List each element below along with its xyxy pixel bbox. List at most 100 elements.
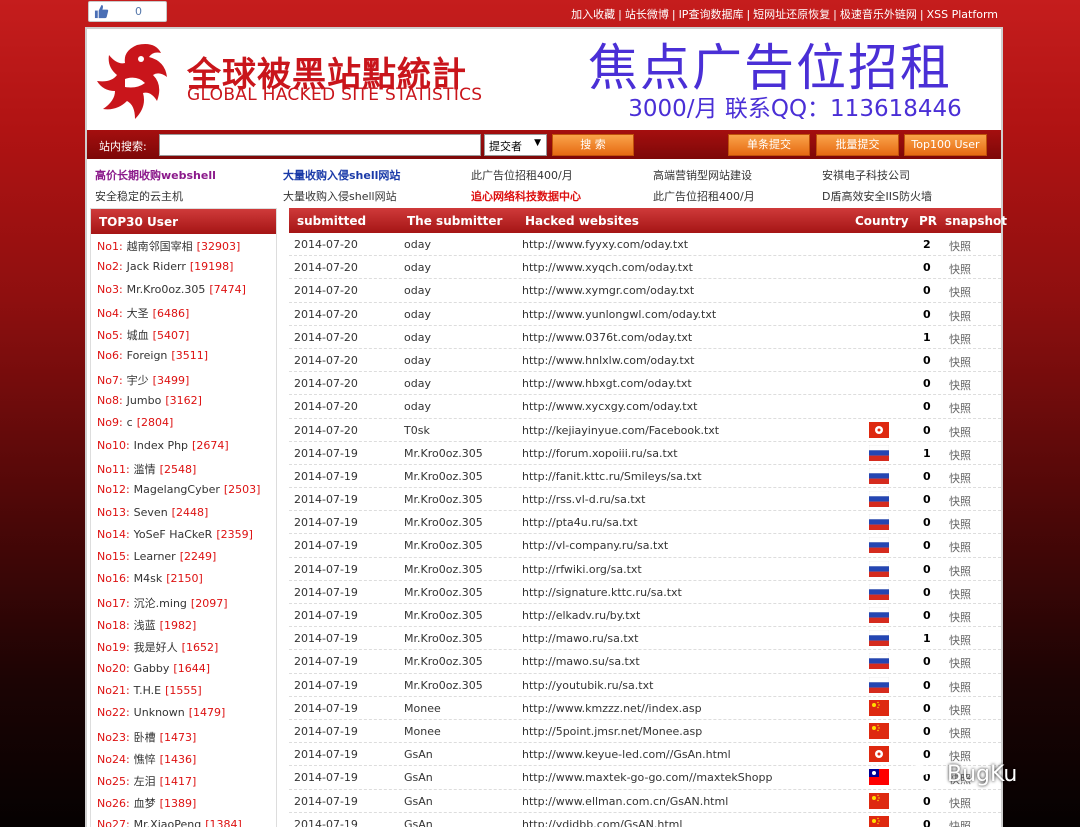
top-user-item[interactable]: No5: 城血 [5407] <box>91 323 276 345</box>
hacked-url[interactable]: http://www.fyyxy.com/oday.txt <box>522 238 688 251</box>
snapshot-link[interactable]: 快照 <box>949 470 971 486</box>
hacked-url[interactable]: http://ydjdbb.com/GsAN.html <box>522 818 682 827</box>
batch-submit-button[interactable]: 批量提交 <box>816 134 899 156</box>
submitter-name[interactable]: Mr.Kro0oz.305 <box>404 493 483 506</box>
top-user-item[interactable]: No27: Mr.XiaoPeng [1384] <box>91 814 276 827</box>
like-button[interactable]: 0 <box>88 1 167 22</box>
submitter-name[interactable]: Mr.Kro0oz.305 <box>404 563 483 576</box>
submitter-name[interactable]: oday <box>404 400 431 413</box>
snapshot-link[interactable]: 快照 <box>949 632 971 648</box>
submitter-name[interactable]: Mr.Kro0oz.305 <box>404 470 483 483</box>
top-user-item[interactable]: No15: Learner [2249] <box>91 546 276 568</box>
top-link[interactable]: XSS Platform <box>927 8 998 21</box>
top-user-item[interactable]: No26: 血梦 [1389] <box>91 791 276 813</box>
hacked-url[interactable]: http://kejiayinyue.com/Facebook.txt <box>522 424 719 437</box>
submitter-name[interactable]: GsAn <box>404 771 433 784</box>
promo-link[interactable]: 大量收购入侵shell网站 <box>283 188 397 204</box>
hacked-url[interactable]: http://forum.xopoiii.ru/sa.txt <box>522 447 678 460</box>
hacked-url[interactable]: http://vl-company.ru/sa.txt <box>522 539 668 552</box>
snapshot-link[interactable]: 快照 <box>949 308 971 324</box>
submitter-name[interactable]: GsAn <box>404 748 433 761</box>
hacked-url[interactable]: http://www.hnlxlw.com/oday.txt <box>522 354 694 367</box>
snapshot-link[interactable]: 快照 <box>949 261 971 277</box>
submitter-name[interactable]: Mr.Kro0oz.305 <box>404 586 483 599</box>
hacked-url[interactable]: http://www.0376t.com/oday.txt <box>522 331 692 344</box>
hacked-url[interactable]: http://signature.kttc.ru/sa.txt <box>522 586 682 599</box>
snapshot-link[interactable]: 快照 <box>949 377 971 393</box>
top-link[interactable]: 站长微博 <box>625 8 669 21</box>
snapshot-link[interactable]: 快照 <box>949 424 971 440</box>
snapshot-link[interactable]: 快照 <box>949 354 971 370</box>
submitter-name[interactable]: Mr.Kro0oz.305 <box>404 539 483 552</box>
snapshot-link[interactable]: 快照 <box>949 725 971 741</box>
submitter-name[interactable]: GsAn <box>404 795 433 808</box>
submitter-name[interactable]: Monee <box>404 702 441 715</box>
top-user-item[interactable]: No18: 浅蓝 [1982] <box>91 613 276 635</box>
top-user-item[interactable]: No11: 滥情 [2548] <box>91 457 276 479</box>
snapshot-link[interactable]: 快照 <box>949 818 971 827</box>
snapshot-link[interactable]: 快照 <box>949 238 971 254</box>
submitter-name[interactable]: Mr.Kro0oz.305 <box>404 655 483 668</box>
promo-link[interactable]: 安祺电子科技公司 <box>822 167 910 183</box>
snapshot-link[interactable]: 快照 <box>949 516 971 532</box>
promo-link[interactable]: 高价长期收购webshell <box>95 167 216 183</box>
snapshot-link[interactable]: 快照 <box>949 679 971 695</box>
top-user-item[interactable]: No7: 宇少 [3499] <box>91 368 276 390</box>
top-user-item[interactable]: No12: MagelangCyber [2503] <box>91 479 276 501</box>
submitter-name[interactable]: oday <box>404 238 431 251</box>
single-submit-button[interactable]: 单条提交 <box>728 134 810 156</box>
submitter-name[interactable]: GsAn <box>404 818 433 827</box>
hacked-url[interactable]: http://rfwiki.org/sa.txt <box>522 563 642 576</box>
submitter-name[interactable]: T0sk <box>404 424 430 437</box>
top-user-item[interactable]: No2: Jack Riderr [19198] <box>91 256 276 278</box>
site-logo[interactable]: 全球被黑站點統計 GLOBAL HACKED SITE STATISTICS <box>95 37 482 129</box>
top100-button[interactable]: Top100 User <box>904 134 987 156</box>
promo-link[interactable]: 大量收购入侵shell网站 <box>283 167 400 183</box>
top-link[interactable]: 短网址还原恢复 <box>753 8 830 21</box>
submitter-name[interactable]: oday <box>404 261 431 274</box>
top-user-item[interactable]: No16: M4sk [2150] <box>91 568 276 590</box>
top-user-item[interactable]: No19: 我是好人 [1652] <box>91 635 276 657</box>
top-user-item[interactable]: No25: 左泪 [1417] <box>91 769 276 791</box>
promo-link[interactable]: 高端营销型网站建设 <box>653 167 752 183</box>
top-user-item[interactable]: No10: Index Php [2674] <box>91 435 276 457</box>
submitter-name[interactable]: oday <box>404 331 431 344</box>
hacked-url[interactable]: http://www.xyqch.com/oday.txt <box>522 261 693 274</box>
hacked-url[interactable]: http://www.kmzzz.net//index.asp <box>522 702 702 715</box>
submitter-name[interactable]: Mr.Kro0oz.305 <box>404 632 483 645</box>
promo-link[interactable]: 追心网络科技数据中心 <box>471 188 581 204</box>
hacked-url[interactable]: http://elkadv.ru/by.txt <box>522 609 640 622</box>
submitter-name[interactable]: Mr.Kro0oz.305 <box>404 679 483 692</box>
submitter-name[interactable]: Mr.Kro0oz.305 <box>404 609 483 622</box>
top-user-item[interactable]: No4: 大圣 [6486] <box>91 301 276 323</box>
hacked-url[interactable]: http://rss.vl-d.ru/sa.txt <box>522 493 646 506</box>
top-user-item[interactable]: No8: Jumbo [3162] <box>91 390 276 412</box>
top-user-item[interactable]: No23: 卧槽 [1473] <box>91 725 276 747</box>
hacked-url[interactable]: http://www.ellman.com.cn/GsAN.html <box>522 795 728 808</box>
snapshot-link[interactable]: 快照 <box>949 586 971 602</box>
hacked-url[interactable]: http://www.xycxgy.com/oday.txt <box>522 400 697 413</box>
snapshot-link[interactable]: 快照 <box>949 563 971 579</box>
snapshot-link[interactable]: 快照 <box>949 493 971 509</box>
top-user-item[interactable]: No24: 憔悴 [1436] <box>91 747 276 769</box>
search-input[interactable] <box>159 134 481 156</box>
hacked-url[interactable]: http://pta4u.ru/sa.txt <box>522 516 638 529</box>
hacked-url[interactable]: http://fanit.kttc.ru/Smileys/sa.txt <box>522 470 702 483</box>
top-user-item[interactable]: No22: Unknown [1479] <box>91 702 276 724</box>
top-link[interactable]: 加入收藏 <box>571 8 615 21</box>
hacked-url[interactable]: http://5point.jmsr.net/Monee.asp <box>522 725 702 738</box>
snapshot-link[interactable]: 快照 <box>949 795 971 811</box>
top-user-item[interactable]: No9: c [2804] <box>91 412 276 434</box>
snapshot-link[interactable]: 快照 <box>949 400 971 416</box>
promo-link[interactable]: 此广告位招租400/月 <box>471 167 573 183</box>
submitter-name[interactable]: oday <box>404 284 431 297</box>
top-link[interactable]: IP查询数据库 <box>679 8 744 21</box>
promo-link[interactable]: D盾高效安全IIS防火墙 <box>822 188 932 204</box>
submitter-name[interactable]: oday <box>404 308 431 321</box>
hacked-url[interactable]: http://youtubik.ru/sa.txt <box>522 679 653 692</box>
hacked-url[interactable]: http://www.yunlongwl.com/oday.txt <box>522 308 716 321</box>
hacked-url[interactable]: http://www.keyue-led.com//GsAn.html <box>522 748 731 761</box>
top-user-item[interactable]: No13: Seven [2448] <box>91 502 276 524</box>
snapshot-link[interactable]: 快照 <box>949 284 971 300</box>
hacked-url[interactable]: http://mawo.su/sa.txt <box>522 655 640 668</box>
